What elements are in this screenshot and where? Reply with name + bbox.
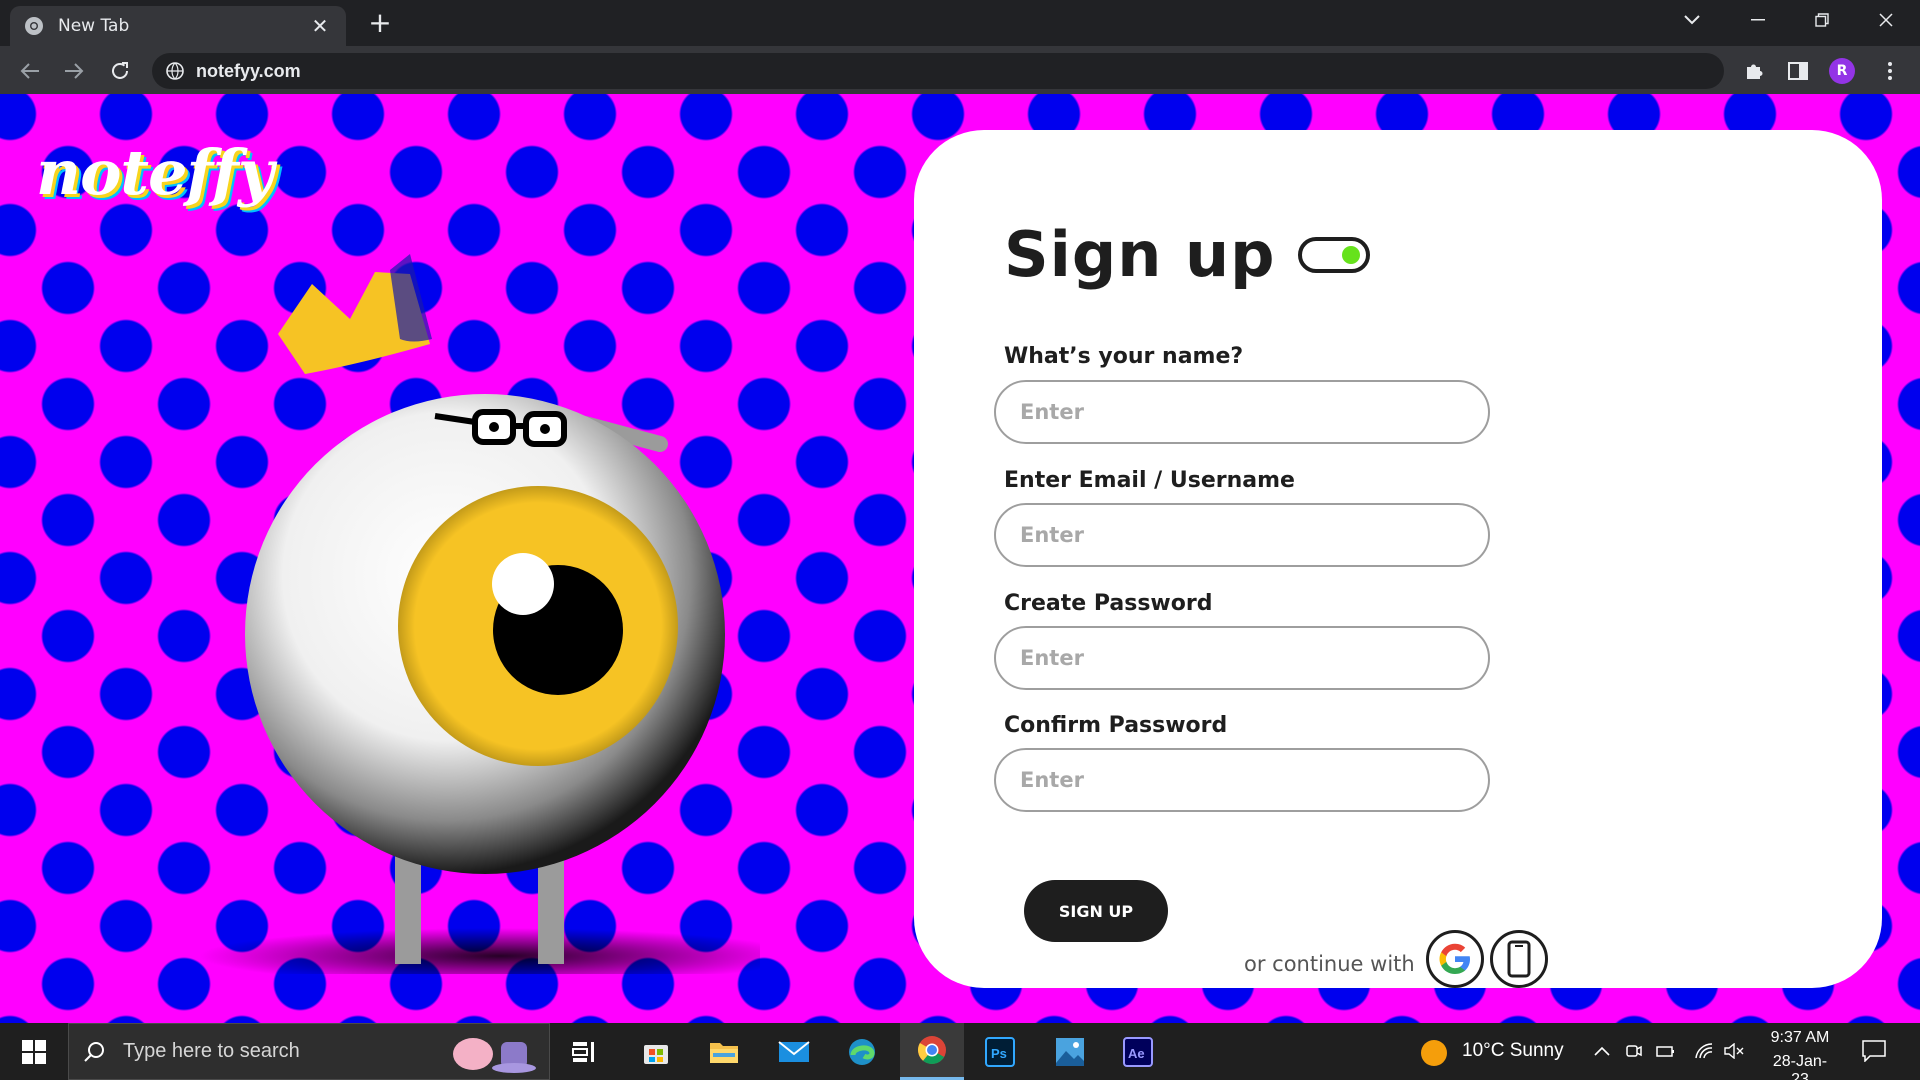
search-placeholder: Type here to search xyxy=(123,1040,300,1062)
globe-icon xyxy=(166,62,184,80)
back-button[interactable] xyxy=(14,55,46,87)
photos-icon xyxy=(1056,1037,1084,1066)
side-panel-button[interactable] xyxy=(1782,55,1814,87)
url-text: notefyy.com xyxy=(196,60,301,81)
after-effects-icon: Ae xyxy=(1123,1036,1153,1067)
notifications-button[interactable] xyxy=(1858,1035,1890,1067)
new-tab-button[interactable]: + xyxy=(364,8,396,40)
tab-search-button[interactable] xyxy=(1660,0,1724,40)
side-panel-icon xyxy=(1788,62,1808,80)
signup-card: Sign up What’s your name? Enter Email / … xyxy=(914,130,1882,988)
folder-icon xyxy=(710,1042,738,1063)
confirm-password-input[interactable] xyxy=(994,748,1490,812)
phone-icon xyxy=(1507,940,1531,978)
sign-up-button[interactable]: SIGN UP xyxy=(1024,880,1168,942)
name-input[interactable] xyxy=(994,380,1490,444)
reload-button[interactable] xyxy=(104,55,136,87)
extensions-button[interactable] xyxy=(1738,55,1770,87)
weather-text[interactable]: 10°C Sunny xyxy=(1462,1040,1564,1062)
phone-login-button[interactable] xyxy=(1490,930,1548,988)
page-title: Sign up xyxy=(1004,218,1276,291)
svg-text:Ps: Ps xyxy=(991,1046,1007,1061)
after-effects-button[interactable]: Ae xyxy=(1106,1023,1170,1080)
kebab-menu-icon xyxy=(1888,62,1892,80)
forward-button[interactable] xyxy=(58,55,90,87)
photos-button[interactable] xyxy=(1038,1023,1102,1080)
windows-icon xyxy=(22,1039,46,1064)
edge-icon xyxy=(849,1038,875,1065)
tab-new-tab[interactable]: New Tab ✕ xyxy=(10,6,346,46)
photoshop-button[interactable]: Ps xyxy=(968,1023,1032,1080)
search-highlight-icon xyxy=(453,1038,536,1073)
email-username-label: Enter Email / Username xyxy=(1004,468,1295,493)
battery-button[interactable] xyxy=(1650,1035,1682,1067)
name-label: What’s your name? xyxy=(1004,344,1244,369)
search-icon xyxy=(84,1041,104,1062)
arrow-left-icon xyxy=(20,63,39,79)
google-icon xyxy=(1439,943,1470,974)
continue-with-text: or continue with xyxy=(1244,952,1415,976)
minimize-button[interactable] xyxy=(1726,0,1790,40)
show-hidden-icons-button[interactable] xyxy=(1586,1035,1618,1067)
clock-time[interactable]: 9:37 AM xyxy=(1768,1029,1832,1047)
address-bar[interactable]: notefyy.com xyxy=(152,53,1724,89)
speaker-muted-icon xyxy=(1724,1043,1744,1059)
chrome-icon xyxy=(25,17,43,35)
file-explorer-button[interactable] xyxy=(692,1023,756,1080)
tab-close-button[interactable]: ✕ xyxy=(308,14,332,38)
email-username-input[interactable] xyxy=(994,503,1490,567)
edge-button[interactable] xyxy=(830,1023,894,1080)
tab-strip: New Tab ✕ + xyxy=(0,0,1920,46)
theme-toggle-switch[interactable] xyxy=(1297,236,1370,273)
browser-menu-button[interactable] xyxy=(1874,55,1906,87)
svg-text:Ae: Ae xyxy=(1128,1046,1145,1061)
title-row: Sign up xyxy=(1004,218,1370,291)
chrome-taskbar-button[interactable] xyxy=(900,1023,964,1080)
page-content: noteffy Sign up What’s your name? Enter … xyxy=(0,94,1920,1023)
create-password-input[interactable] xyxy=(994,626,1490,690)
close-window-button[interactable] xyxy=(1854,0,1918,40)
restore-button[interactable] xyxy=(1790,0,1854,40)
confirm-password-label: Confirm Password xyxy=(1004,713,1228,738)
store-icon xyxy=(644,1044,668,1064)
meet-now-button[interactable] xyxy=(1618,1035,1650,1067)
start-button[interactable] xyxy=(0,1023,68,1080)
browser-toolbar: notefyy.com R xyxy=(0,46,1920,94)
toggle-knob xyxy=(1341,245,1360,264)
avatar: R xyxy=(1829,58,1855,84)
volume-button[interactable] xyxy=(1718,1035,1750,1067)
clock-date[interactable]: 28-Jan-23 xyxy=(1764,1053,1836,1080)
minimize-icon xyxy=(1751,19,1765,21)
task-view-icon xyxy=(572,1041,594,1062)
restore-icon xyxy=(1815,13,1829,27)
photoshop-icon: Ps xyxy=(985,1036,1015,1067)
battery-icon xyxy=(1656,1046,1674,1057)
puzzle-icon xyxy=(1747,64,1763,79)
tab-title: New Tab xyxy=(58,16,130,36)
arrow-right-icon xyxy=(65,63,84,79)
mail-icon xyxy=(778,1040,810,1062)
chevron-down-icon xyxy=(1684,15,1700,25)
create-password-label: Create Password xyxy=(1004,591,1213,616)
chrome-icon xyxy=(918,1036,946,1064)
profile-button[interactable]: R xyxy=(1826,55,1858,87)
google-login-button[interactable] xyxy=(1426,930,1484,988)
close-icon xyxy=(1879,13,1893,27)
camera-icon xyxy=(1626,1045,1642,1057)
network-button[interactable] xyxy=(1688,1035,1720,1067)
windows-taskbar: Type here to search Ps Ae 10°C Sunny 9:3… xyxy=(0,1023,1920,1080)
taskbar-search-box[interactable]: Type here to search xyxy=(68,1023,550,1080)
wifi-icon xyxy=(1695,1043,1713,1059)
task-view-button[interactable] xyxy=(552,1023,616,1080)
eyeball-mascot-illustration xyxy=(200,254,760,974)
chevron-up-icon xyxy=(1594,1046,1610,1056)
mail-button[interactable] xyxy=(762,1023,826,1080)
microsoft-store-button[interactable] xyxy=(624,1023,688,1080)
reload-icon xyxy=(112,62,128,79)
notification-icon xyxy=(1862,1040,1886,1062)
sun-weather-icon xyxy=(1421,1040,1447,1066)
